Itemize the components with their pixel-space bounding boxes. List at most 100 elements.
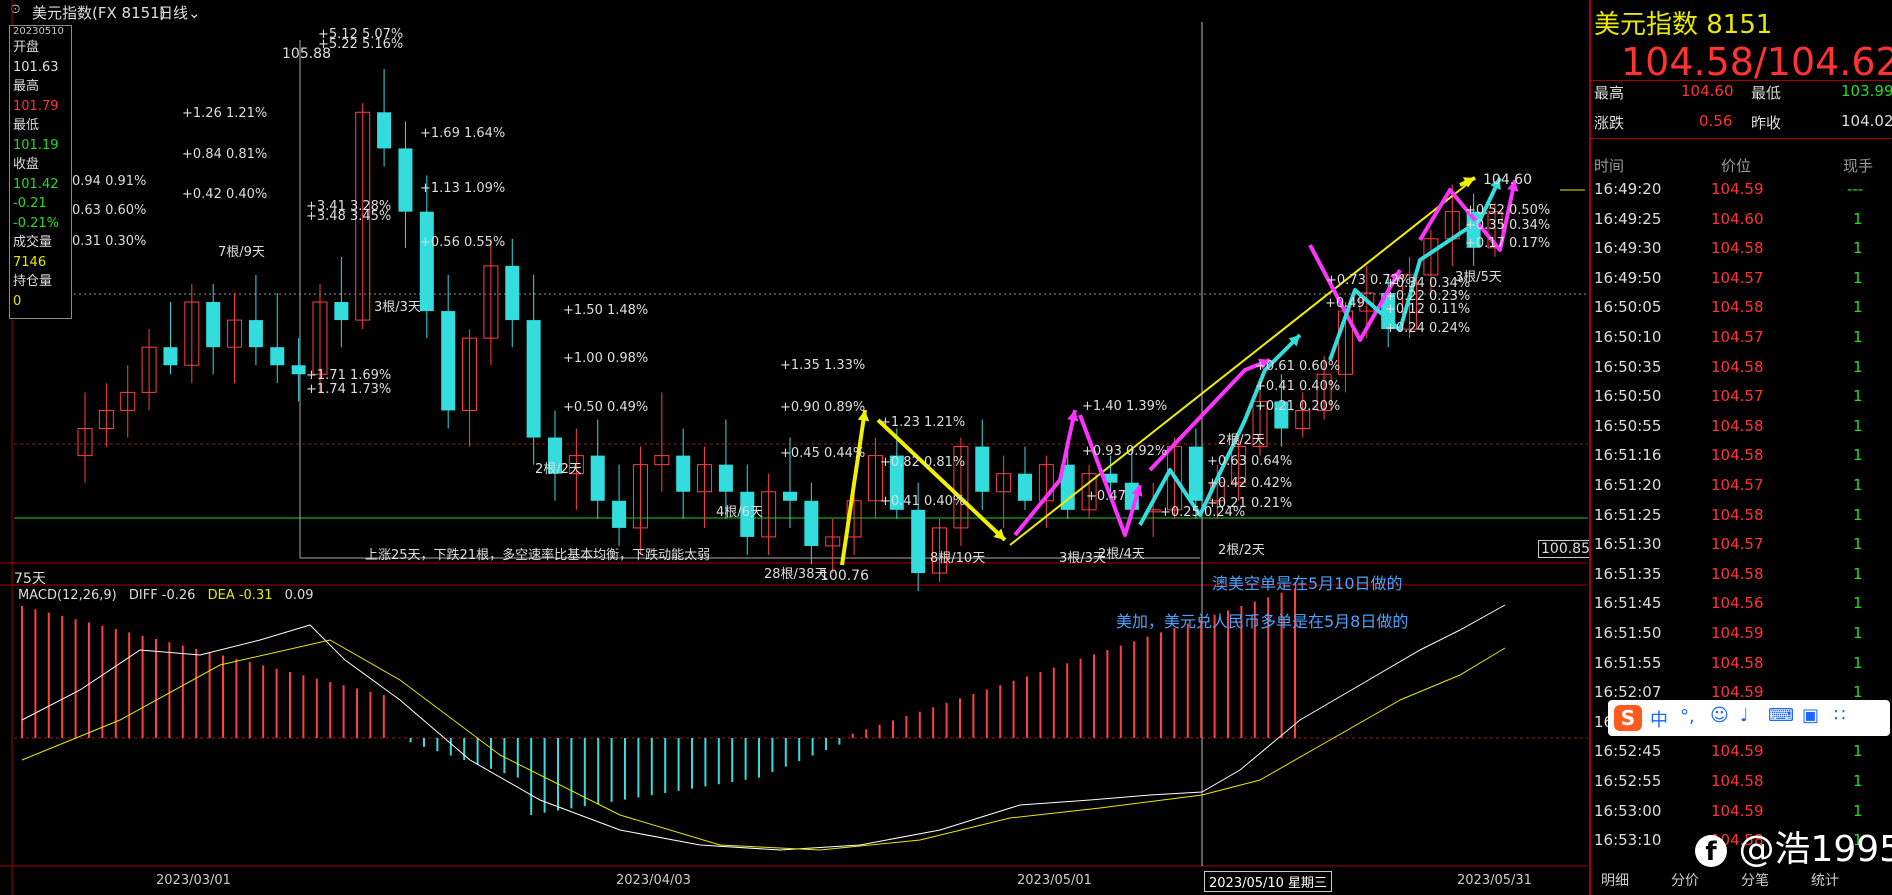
trend-arrow [840, 409, 867, 566]
sogou-s-icon[interactable]: S [1614, 705, 1642, 731]
tick-volume: 1 [1853, 476, 1863, 494]
tick-row: 16:49:30 104.58 1 [1591, 235, 1891, 264]
tick-price: 104.58 [1711, 357, 1764, 376]
tick-price: 104.57 [1711, 387, 1764, 406]
chinese-mode-icon[interactable]: 中 [1650, 706, 1668, 732]
close-label: 收盘 [13, 157, 40, 172]
tick-volume: 1 [1853, 801, 1863, 820]
tab-stats[interactable]: 统计 [1811, 870, 1839, 890]
macd-value: 0.09 [284, 588, 314, 603]
candle-body [419, 211, 434, 312]
high-label: 最高 [13, 79, 40, 94]
range-stat-label: +0.56 0.55% [420, 235, 506, 250]
range-stat-label: 2根/2天 [535, 462, 582, 477]
tick-row: 16:51:55 104.58 1 [1591, 650, 1891, 679]
tick-row: 16:51:20 104.57 1 [1591, 472, 1891, 501]
tick-volume: 1 [1853, 505, 1863, 524]
range-stat-label: +1.40 1.39% [1082, 399, 1168, 414]
range-stat-label: +0.42 0.40% [182, 187, 268, 202]
range-stat-label: +0.84 0.81% [182, 147, 268, 162]
tick-time: 16:50:05 [1594, 298, 1662, 317]
tick-volume: 1 [1853, 742, 1863, 761]
tab-price-dist[interactable]: 分价 [1671, 870, 1699, 890]
close-value: 101.42 [13, 176, 59, 192]
mic-icon[interactable]: ♩ [1740, 705, 1749, 726]
tick-row: 16:49:25 104.60 1 [1591, 206, 1891, 235]
tick-volume: 1 [1853, 416, 1863, 435]
tick-time: 16:49:20 [1594, 180, 1662, 198]
tick-time: 16:51:16 [1594, 446, 1662, 465]
tick-time: 16:50:55 [1594, 416, 1662, 435]
col-volume: 现手 [1843, 157, 1874, 175]
prev-close-value: 104.02 [1841, 112, 1892, 130]
summary-text: 上涨25天，下跌21根，多空速率比基本均衡，下跌动能太弱 [365, 548, 711, 563]
range-stat-label: +1.35 1.33% [780, 358, 866, 373]
range-stat-label: +0.17 0.17% [1465, 236, 1551, 251]
col-price: 价位 [1721, 157, 1752, 175]
tick-price: 104.59 [1711, 624, 1764, 642]
tick-time: 16:51:25 [1594, 505, 1662, 524]
grid-icon[interactable]: ∷ [1834, 705, 1845, 726]
tick-time: 16:49:25 [1594, 209, 1662, 228]
high-label: 最高 [1594, 84, 1625, 102]
kline-chart-area[interactable]: ⊙ 美元指数(FX 8151) 日线⌄ 20230510 开盘 101.63 最… [0, 0, 1593, 895]
note-cad-cny-long: 美加，美元兑人民币多单是在5月8日做的 [1116, 612, 1409, 631]
punctuation-icon[interactable]: °, [1680, 706, 1695, 727]
tick-row: 16:52:55 104.58 1 [1591, 768, 1891, 797]
change-pct: -0.21% [13, 215, 59, 231]
tick-row: 16:50:50 104.57 1 [1591, 383, 1891, 412]
tab-detail[interactable]: 明细 [1601, 870, 1629, 890]
range-stat-label: 4根/6天 [716, 505, 763, 520]
tab-trades[interactable]: 分笔 [1741, 870, 1769, 890]
tick-time: 16:49:30 [1594, 239, 1662, 258]
candle-body [163, 347, 178, 366]
days-label: 75天 [14, 571, 46, 587]
tick-row: 16:50:10 104.57 1 [1591, 324, 1891, 353]
volume-value: 7146 [13, 254, 47, 270]
tick-row: 16:49:20 104.59 --- [1591, 176, 1891, 205]
emoji-icon[interactable]: ☺ [1710, 705, 1729, 726]
candle-body [1188, 446, 1203, 501]
candle-body [804, 500, 819, 546]
range-stat-label: +0.25 0.24% [1160, 505, 1246, 520]
tick-price: 104.58 [1711, 446, 1764, 465]
candle-body [505, 265, 520, 321]
range-stat-label: +1.13 1.09% [420, 181, 506, 196]
macd-label: MACD(12,26,9) [18, 588, 117, 603]
keyboard-icon[interactable]: ⌨ [1768, 705, 1794, 726]
candle-body [911, 509, 926, 574]
range-stat-label: +0.42 0.42% [1207, 476, 1293, 491]
range-stat-label: +0.24 0.24% [1385, 321, 1471, 336]
ime-toolbar[interactable]: S 中 °, ☺ ♩ ⌨ ▣ ∷ [1608, 700, 1890, 736]
tick-row: 16:50:55 104.58 1 [1591, 413, 1891, 442]
tick-row: 16:51:35 104.58 1 [1591, 561, 1891, 590]
range-stat-label: +0.52 0.50% [1465, 203, 1551, 218]
watermark-text: @浩1995 [1738, 829, 1892, 870]
tick-price: 104.58 [1711, 239, 1764, 258]
range-stat-label: +1.74 1.73% [306, 382, 392, 397]
tick-time: 16:51:55 [1594, 653, 1662, 672]
cursor-date-label: 2023/05/10 星期三 [1204, 871, 1333, 892]
range-stat-label: +0.35 0.34% [1465, 218, 1551, 233]
high-value: 101.79 [13, 98, 59, 114]
shirt-icon[interactable]: ▣ [1802, 705, 1819, 726]
range-stat-label: +1.69 1.64% [420, 126, 506, 141]
tick-price: 104.58 [1711, 505, 1764, 524]
tick-row: 16:50:05 104.58 1 [1591, 294, 1891, 323]
tick-row: 16:51:25 104.58 1 [1591, 502, 1891, 531]
tick-volume: --- [1847, 180, 1864, 198]
tick-volume: 1 [1853, 653, 1863, 672]
x-tick: 2023/05/01 [1017, 873, 1092, 888]
tick-time: 16:52:07 [1594, 683, 1662, 702]
tick-time: 16:50:50 [1594, 387, 1662, 406]
tick-volume: 1 [1853, 298, 1863, 317]
range-stat-label: +0.12 0.11% [1385, 302, 1471, 317]
candle-body [1018, 473, 1032, 501]
dea-label: DEA -0.31 [207, 588, 273, 603]
diff-label: DIFF -0.26 [128, 588, 196, 603]
tick-volume: 1 [1853, 328, 1863, 346]
macd-legend: MACD(12,26,9) DIFF -0.26 DEA -0.31 0.09 [18, 588, 314, 603]
tick-volume: 1 [1853, 624, 1863, 642]
tick-price: 104.60 [1711, 209, 1764, 228]
range-stat-label: +0.41 0.40% [880, 494, 966, 509]
